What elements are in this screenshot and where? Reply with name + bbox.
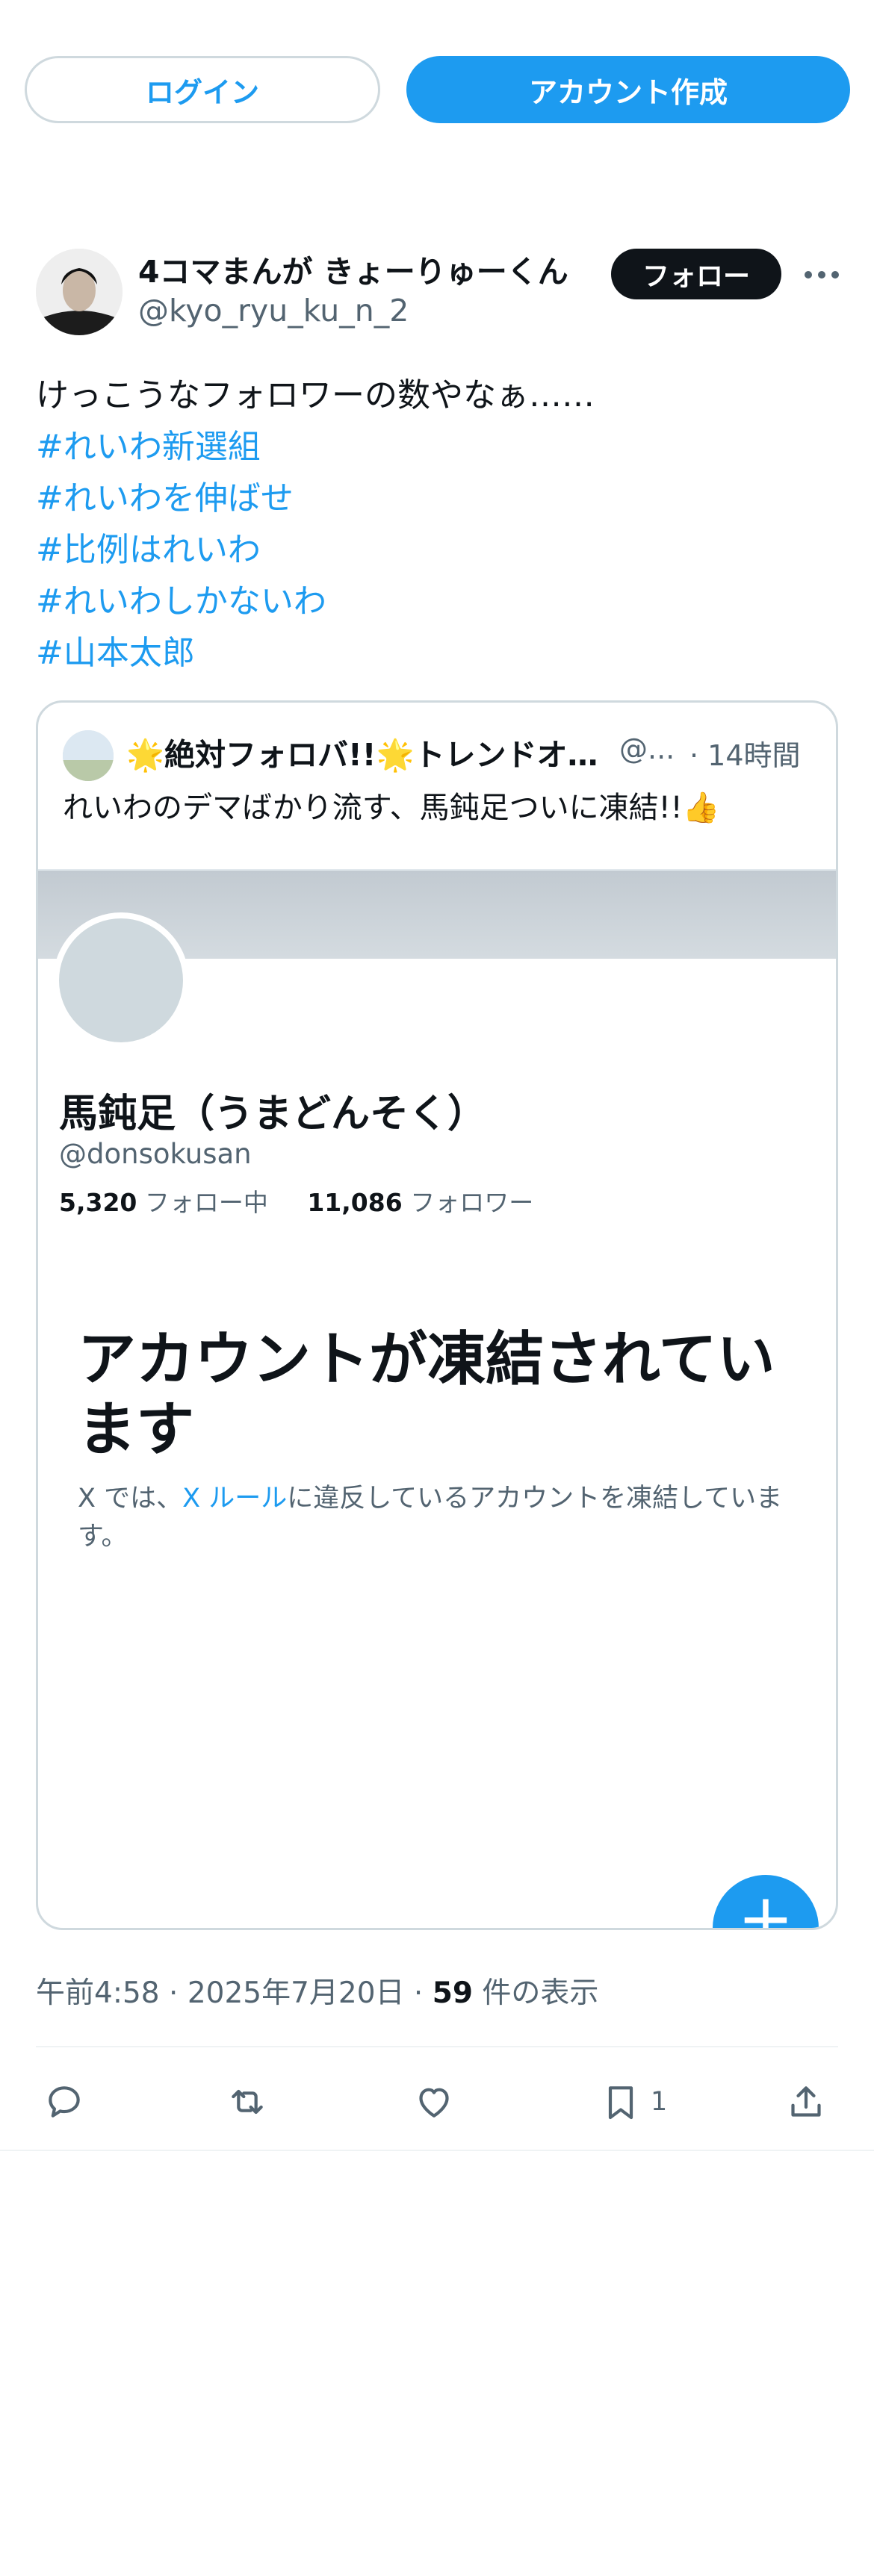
share-icon bbox=[791, 2086, 821, 2117]
tweet-body: けっこうなフォロワーの数やなぁ…… bbox=[36, 376, 595, 414]
views-label: 件の表示 bbox=[482, 1976, 599, 2010]
retweet-button[interactable] bbox=[226, 2068, 268, 2135]
suspended-desc-pre: X では、 bbox=[78, 1484, 183, 1513]
top-bar: ログイン アカウント作成 bbox=[25, 56, 850, 123]
signup-button[interactable]: アカウント作成 bbox=[406, 56, 850, 123]
hashtag-link[interactable]: #山本太郎 bbox=[36, 627, 595, 679]
follow-button[interactable]: フォロー bbox=[611, 249, 781, 299]
quote-author-handle: @... bbox=[619, 732, 675, 765]
profile-stats: 5,320 フォロー中 11,086 フォロワー bbox=[59, 1183, 533, 1219]
login-button[interactable]: ログイン bbox=[25, 56, 380, 123]
avatar-photo bbox=[36, 249, 123, 335]
followers-count: 11,086 bbox=[307, 1188, 403, 1217]
quote-author-name: 🌟絶対フォロバ!!🌟トレンドオ… bbox=[126, 737, 598, 773]
followers-label: フォロワー bbox=[410, 1188, 534, 1217]
quote-media-image: 馬鈍足（うまどんそく） @donsokusan 5,320 フォロー中 11,0… bbox=[38, 869, 836, 1928]
share-button[interactable] bbox=[785, 2068, 827, 2135]
meta-separator: · bbox=[413, 1976, 424, 2010]
following-count: 5,320 bbox=[59, 1188, 137, 1217]
reply-button[interactable] bbox=[43, 2068, 85, 2135]
following-label: フォロー中 bbox=[144, 1188, 268, 1217]
tweet-action-bar: 1 bbox=[36, 2068, 838, 2135]
quote-timestamp: · 14時間 bbox=[689, 739, 801, 772]
views-count: 59 bbox=[432, 1976, 474, 2010]
compose-fab-icon: + bbox=[713, 1875, 819, 1928]
author-avatar[interactable] bbox=[36, 249, 123, 335]
bookmark-button[interactable]: 1 bbox=[600, 2068, 667, 2135]
tweet-time[interactable]: 午前4:58 bbox=[36, 1976, 160, 2010]
tweet-meta: 午前4:58 · 2025年7月20日 · 59 件の表示 bbox=[36, 1970, 598, 2012]
x-rules-link: X ルール bbox=[182, 1484, 288, 1513]
tweet-date[interactable]: 2025年7月20日 bbox=[187, 1976, 405, 2010]
more-options-icon[interactable] bbox=[799, 260, 844, 290]
profile-handle: @donsokusan bbox=[59, 1138, 252, 1170]
profile-avatar bbox=[53, 912, 189, 1048]
divider bbox=[36, 2046, 838, 2047]
quote-tweet-card[interactable]: 🌟絶対フォロバ!!🌟トレンドオ… @... · 14時間 れいわのデマばかり流す… bbox=[36, 700, 838, 1930]
quote-text: れいわのデマばかり流す、馬鈍足ついに凍結!!👍 bbox=[63, 791, 720, 825]
heart-icon bbox=[419, 2088, 449, 2118]
profile-name: 馬鈍足（うまどんそく） bbox=[59, 1092, 487, 1136]
like-button[interactable] bbox=[413, 2068, 455, 2135]
quote-author-avatar bbox=[63, 730, 114, 781]
hashtag-link[interactable]: #れいわ新選組 bbox=[36, 421, 595, 473]
author-handle[interactable]: @kyo_ryu_ku_n_2 bbox=[138, 293, 409, 329]
hashtag-link[interactable]: #れいわしかないわ bbox=[36, 576, 595, 627]
meta-separator: · bbox=[169, 1976, 179, 2010]
suspended-description: X では、X ルールに違反しているアカウントを凍結しています。 bbox=[78, 1480, 795, 1556]
bookmark-count: 1 bbox=[651, 2087, 668, 2117]
divider bbox=[0, 2150, 874, 2151]
hashtag-link[interactable]: #比例はれいわ bbox=[36, 524, 595, 576]
suspended-title: アカウントが凍結されています bbox=[78, 1326, 775, 1463]
hashtag-link[interactable]: #れいわを伸ばせ bbox=[36, 473, 595, 524]
author-name[interactable]: 4コマまんが きょーりゅーくん bbox=[138, 246, 586, 291]
bookmark-icon bbox=[608, 2086, 633, 2120]
tweet-text: けっこうなフォロワーの数やなぁ…… #れいわ新選組 #れいわを伸ばせ #比例はれ… bbox=[36, 370, 595, 679]
retweet-icon bbox=[232, 2089, 263, 2115]
reply-icon bbox=[49, 2086, 80, 2118]
